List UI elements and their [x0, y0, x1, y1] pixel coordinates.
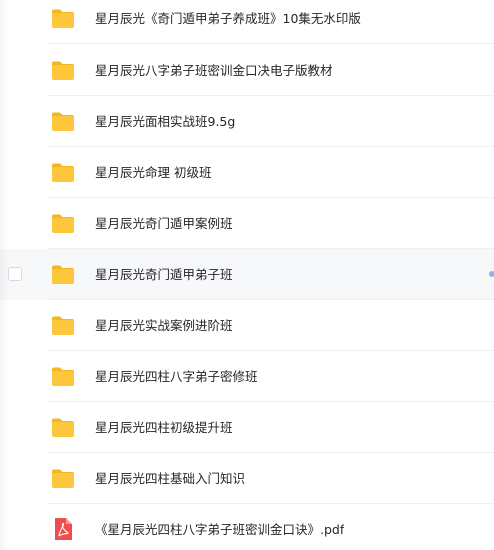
- folder-icon: [50, 5, 76, 31]
- folder-icon: [50, 57, 76, 83]
- file-name[interactable]: 《星月辰光四柱八字弟子班密训金口诀》.pdf: [95, 504, 344, 550]
- folder-row[interactable]: 星月辰光四柱初级提升班: [0, 402, 494, 453]
- folder-icon: [50, 363, 76, 389]
- folder-icon: [50, 159, 76, 185]
- more-actions-icon[interactable]: [489, 271, 494, 277]
- folder-row[interactable]: 星月辰光奇门遁甲弟子班: [0, 249, 494, 300]
- pdf-icon: [50, 516, 76, 542]
- folder-row[interactable]: 星月辰光四柱基础入门知识: [0, 453, 494, 504]
- folder-row[interactable]: 星月辰光《奇门遁甲弟子养成班》10集无水印版: [0, 0, 494, 44]
- file-name[interactable]: 星月辰光四柱八字弟子密修班: [95, 351, 258, 402]
- file-name[interactable]: 星月辰光《奇门遁甲弟子养成班》10集无水印版: [95, 0, 361, 44]
- row-checkbox[interactable]: [8, 267, 22, 281]
- folder-icon: [50, 261, 76, 287]
- file-name[interactable]: 星月辰光奇门遁甲案例班: [95, 198, 233, 249]
- file-name[interactable]: 星月辰光四柱基础入门知识: [95, 453, 245, 504]
- folder-row[interactable]: 星月辰光实战案例进阶班: [0, 300, 494, 351]
- file-name[interactable]: 星月辰光面相实战班9.5g: [95, 96, 235, 147]
- folder-icon: [50, 210, 76, 236]
- folder-row[interactable]: 星月辰光四柱八字弟子密修班: [0, 351, 494, 402]
- file-row[interactable]: 《星月辰光四柱八字弟子班密训金口诀》.pdf: [0, 504, 494, 550]
- folder-row[interactable]: 星月辰光八字弟子班密训金口决电子版教材: [0, 45, 494, 96]
- file-name[interactable]: 星月辰光八字弟子班密训金口决电子版教材: [95, 45, 333, 96]
- folder-row[interactable]: 星月辰光命理 初级班: [0, 147, 494, 198]
- file-name[interactable]: 星月辰光四柱初级提升班: [95, 402, 233, 453]
- file-name[interactable]: 星月辰光实战案例进阶班: [95, 300, 233, 351]
- row-divider: [48, 43, 494, 44]
- file-list: 星月辰光《奇门遁甲弟子养成班》10集无水印版 星月辰光八字弟子班密训金口决电子版教…: [0, 0, 494, 550]
- folder-icon: [50, 312, 76, 338]
- folder-icon: [50, 414, 76, 440]
- folder-row[interactable]: 星月辰光面相实战班9.5g: [0, 96, 494, 147]
- folder-icon: [50, 465, 76, 491]
- folder-row[interactable]: 星月辰光奇门遁甲案例班: [0, 198, 494, 249]
- file-name[interactable]: 星月辰光命理 初级班: [95, 147, 211, 198]
- folder-icon: [50, 108, 76, 134]
- file-name[interactable]: 星月辰光奇门遁甲弟子班: [95, 249, 233, 300]
